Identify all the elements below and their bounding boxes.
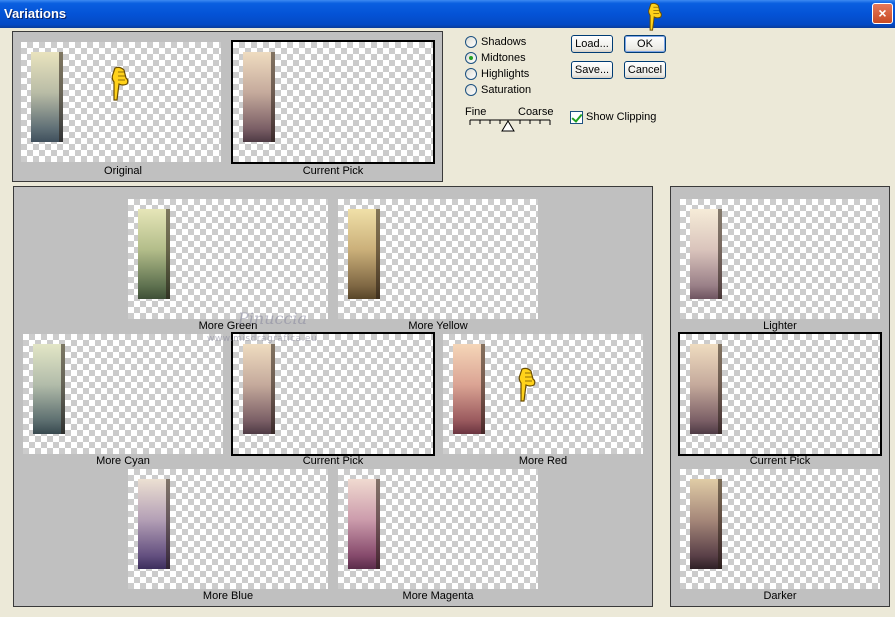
original-preview	[21, 42, 221, 162]
darker-tile[interactable]	[680, 469, 880, 589]
lighter-strip	[690, 209, 722, 299]
more-cyan-tile[interactable]	[23, 334, 223, 454]
lightness-current-pick-strip	[690, 344, 722, 434]
current-pick-caption: Current Pick	[302, 165, 364, 177]
radio-shadows-label: Shadows	[481, 36, 527, 48]
more-green-strip	[138, 209, 170, 299]
more-magenta-tile[interactable]	[338, 469, 538, 589]
current-pick-preview	[231, 40, 435, 164]
window-title: Variations	[4, 6, 67, 21]
radio-highlights[interactable]: Highlights	[465, 66, 529, 82]
lightness-current-pick-caption: Current Pick	[749, 455, 811, 467]
pointing-hand-icon-ok	[648, 2, 662, 31]
more-magenta-caption: More Magenta	[402, 590, 474, 602]
radio-midtones[interactable]: Midtones	[465, 50, 526, 66]
lightness-current-pick-tile[interactable]	[678, 332, 882, 456]
more-magenta-strip	[348, 479, 380, 569]
more-red-strip	[453, 344, 485, 434]
current-pick-grid-caption: Current Pick	[302, 455, 364, 467]
radio-saturation-label: Saturation	[481, 84, 532, 96]
more-red-tile[interactable]	[443, 334, 643, 454]
radio-saturation-button[interactable]	[465, 84, 477, 96]
lighter-caption: Lighter	[763, 320, 797, 332]
fine-coarse-slider[interactable]	[468, 117, 558, 133]
more-blue-tile[interactable]	[128, 469, 328, 589]
save-button[interactable]: Save...	[571, 61, 613, 79]
preview-panel: Original Current Pick	[12, 31, 443, 182]
more-blue-caption: More Blue	[202, 590, 254, 602]
current-pick-tile[interactable]	[231, 332, 435, 456]
load-button[interactable]: Load...	[571, 35, 613, 53]
ok-button[interactable]: OK	[624, 35, 666, 53]
radio-midtones-label: Midtones	[481, 52, 526, 64]
cancel-button[interactable]: Cancel	[624, 61, 666, 79]
current-pick-strip	[243, 52, 275, 142]
radio-highlights-button[interactable]	[465, 68, 477, 80]
current-pick-grid-strip	[243, 344, 275, 434]
pointing-hand-icon-red	[518, 367, 536, 402]
show-clipping-checkbox[interactable]	[570, 111, 583, 124]
more-yellow-tile[interactable]	[338, 199, 538, 319]
watermark-name: Pinuccia	[238, 309, 308, 328]
lighter-tile[interactable]	[680, 199, 880, 319]
darker-strip	[690, 479, 722, 569]
more-green-tile[interactable]	[128, 199, 328, 319]
radio-saturation[interactable]: Saturation	[465, 82, 531, 98]
show-clipping-label: Show Clipping	[586, 111, 657, 123]
title-bar: Variations ×	[0, 0, 895, 28]
more-blue-strip	[138, 479, 170, 569]
radio-shadows[interactable]: Shadows	[465, 34, 526, 50]
original-strip	[31, 52, 63, 142]
close-button[interactable]: ×	[872, 3, 893, 24]
lightness-panel: Lighter Current Pick Darker	[670, 186, 890, 607]
more-red-caption: More Red	[518, 455, 568, 467]
color-variations-panel: More Green More Yellow More Cyan Current…	[13, 186, 653, 607]
radio-shadows-button[interactable]	[465, 36, 477, 48]
darker-caption: Darker	[763, 590, 797, 602]
radio-highlights-label: Highlights	[481, 68, 530, 80]
more-cyan-strip	[33, 344, 65, 434]
radio-midtones-button[interactable]	[465, 52, 477, 64]
pointing-hand-icon	[111, 66, 129, 101]
original-caption: Original	[104, 165, 142, 177]
more-yellow-caption: More Yellow	[408, 320, 468, 332]
more-cyan-caption: More Cyan	[96, 455, 150, 467]
more-yellow-strip	[348, 209, 380, 299]
watermark-site: www.misdragrafica.eu	[207, 334, 318, 344]
